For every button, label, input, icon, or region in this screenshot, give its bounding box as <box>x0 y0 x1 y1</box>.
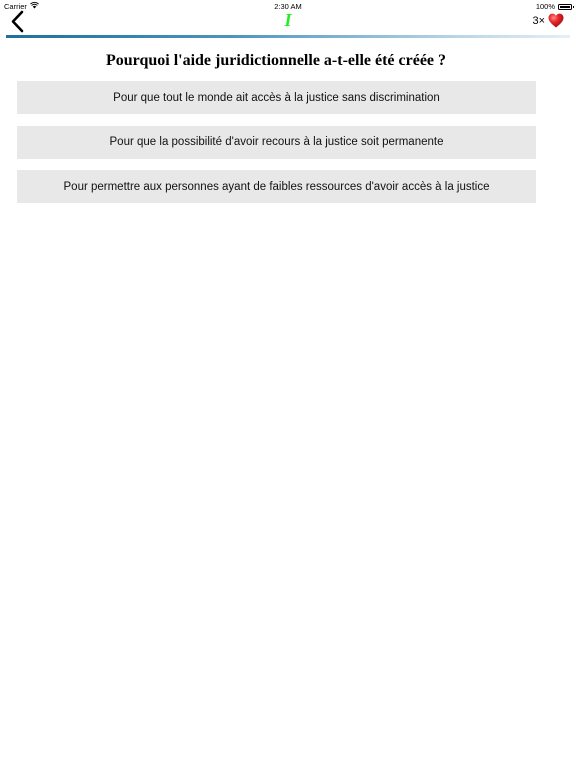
answer-list: Pour que tout le monde ait accès à la ju… <box>17 81 536 215</box>
lives-count: 3× <box>532 14 545 27</box>
heart-icon <box>548 13 564 28</box>
nav-bar: I 3× <box>0 10 576 36</box>
question-text: Pourquoi l'aide juridictionnelle a-t-ell… <box>105 52 447 69</box>
answer-option-2[interactable]: Pour que la possibilité d'avoir recours … <box>17 125 536 159</box>
lives-counter: 3× <box>532 13 564 28</box>
app-logo: I <box>284 10 292 30</box>
header-divider <box>6 35 570 38</box>
battery-icon <box>558 3 574 10</box>
answer-option-3[interactable]: Pour permettre aux personnes ayant de fa… <box>17 170 536 203</box>
answer-option-1[interactable]: Pour que tout le monde ait accès à la ju… <box>17 81 536 114</box>
